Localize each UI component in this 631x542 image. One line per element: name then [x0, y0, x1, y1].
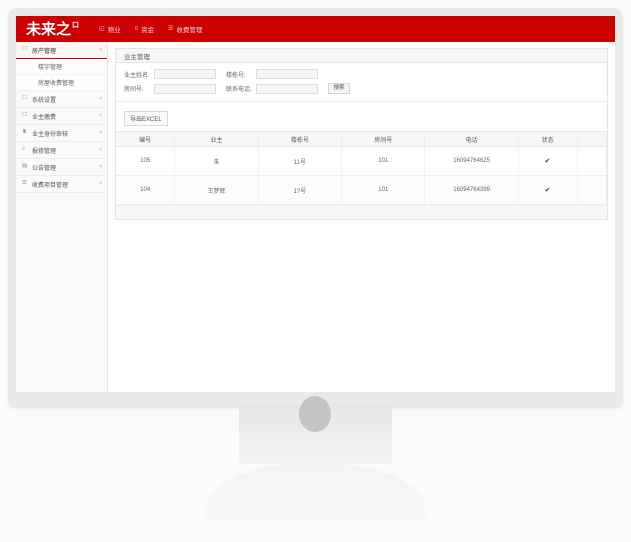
- top-nav-label-fee-management: 收费管理: [176, 24, 202, 34]
- cell-action[interactable]: [577, 176, 606, 205]
- col-status[interactable]: 状态: [518, 132, 577, 147]
- field-building-no: 楼栋号:: [226, 69, 318, 79]
- sidebar-item-property-management[interactable]: ☐ 房产管理 ˄: [16, 42, 107, 59]
- check-icon: ✔: [545, 187, 551, 194]
- top-nav-label-funds: 资金: [141, 24, 154, 34]
- col-phone[interactable]: 电话: [425, 132, 518, 147]
- room-no-input[interactable]: [154, 84, 216, 94]
- app-header: 未来之 口 ◱ 物业 ¤ 资金 ☰ 收费管理: [16, 16, 615, 42]
- chevron-up-icon: ˄: [99, 114, 102, 119]
- table-header-row: 编号 业主 楼栋号 房间号 电话 状态: [116, 132, 607, 147]
- owner-name-input[interactable]: [154, 69, 216, 79]
- monitor-logo: [299, 396, 331, 432]
- top-nav-label-property: 物业: [108, 24, 121, 34]
- sidebar-subitem-building-management[interactable]: 楼宇管理: [16, 59, 107, 75]
- cell-status: ✔: [518, 176, 577, 205]
- col-action: [577, 132, 606, 147]
- chevron-up-icon: ˄: [99, 97, 102, 102]
- cell-owner: 王梦辉: [175, 176, 258, 205]
- folder-icon: ◱: [99, 26, 105, 32]
- owner-table: 编号 业主 楼栋号 房间号 电话 状态 105 朱: [116, 131, 607, 205]
- page-title: 业主管理: [116, 49, 607, 63]
- settings-icon: ☐: [22, 96, 29, 102]
- list-icon: ☰: [168, 26, 173, 32]
- search-button[interactable]: 搜索: [328, 83, 350, 94]
- top-navigation: ◱ 物业 ¤ 资金 ☰ 收费管理: [99, 24, 202, 34]
- brand-logo-text: 未来之: [26, 22, 71, 37]
- monitor-base: [205, 462, 426, 532]
- col-id[interactable]: 编号: [116, 132, 175, 147]
- sidebar-item-notice-management[interactable]: ▤ 公告管理 ˄: [16, 159, 107, 176]
- table-toolbar: 导出EXCEL: [116, 102, 607, 131]
- search-form-row-1: 业主姓名: 楼栋号:: [124, 69, 599, 79]
- notice-icon: ▤: [22, 164, 29, 170]
- sidebar-item-owner-verification[interactable]: ♜ 业主身份审核 ˄: [16, 125, 107, 142]
- label-building-no: 楼栋号:: [226, 70, 256, 79]
- field-owner-name: 业主姓名:: [124, 69, 216, 79]
- sidebar-group-property: ☐ 房产管理 ˄ 楼宇管理 房屋收费管理: [16, 42, 107, 91]
- sidebar-label-system-settings: 系统设置: [32, 95, 99, 104]
- chevron-up-icon: ˄: [99, 48, 102, 53]
- sidebar-label-property-management: 房产管理: [32, 46, 99, 55]
- chevron-up-icon: ˄: [99, 165, 102, 170]
- table-row[interactable]: 104 王梦辉 1?号 101 16094764399 ✔: [116, 176, 607, 205]
- owner-management-panel: 业主管理 业主姓名: 楼栋号: 房间号:: [115, 48, 608, 220]
- cell-status: ✔: [518, 147, 577, 176]
- col-room[interactable]: 房间号: [342, 132, 425, 147]
- phone-input[interactable]: [256, 84, 318, 94]
- search-form: 业主姓名: 楼栋号: 房间号:: [116, 63, 607, 102]
- building-no-input[interactable]: [256, 69, 318, 79]
- sidebar-label-owner-verification: 业主身份审核: [32, 129, 99, 138]
- col-owner[interactable]: 业主: [175, 132, 258, 147]
- sidebar: ☐ 房产管理 ˄ 楼宇管理 房屋收费管理 ☐ 系统设置 ˄ ☐ 业主缴费 ˄ ♜…: [16, 42, 108, 392]
- field-room-no: 房间号:: [124, 84, 216, 94]
- chevron-up-icon: ˄: [99, 182, 102, 187]
- top-nav-item-fee-management[interactable]: ☰ 收费管理: [168, 24, 202, 34]
- sidebar-label-owner-payment: 业主缴费: [32, 112, 99, 121]
- monitor-screen: 未来之 口 ◱ 物业 ¤ 资金 ☰ 收费管理: [16, 16, 615, 392]
- money-icon: ¤: [135, 26, 138, 32]
- cell-room: 101: [342, 176, 425, 205]
- col-building[interactable]: 楼栋号: [258, 132, 341, 147]
- cell-owner: 朱: [175, 147, 258, 176]
- table-row[interactable]: 105 朱 11号 101 16094764625 ✔: [116, 147, 607, 176]
- verify-icon: ♜: [22, 130, 29, 136]
- house-icon: ☐: [22, 47, 29, 53]
- chevron-up-icon: ˄: [99, 148, 102, 153]
- sidebar-item-repair-management[interactable]: ⑂ 报修管理 ˄: [16, 142, 107, 159]
- top-nav-item-property[interactable]: ◱ 物业: [99, 24, 121, 34]
- field-phone: 联系电话:: [226, 84, 318, 94]
- label-owner-name: 业主姓名:: [124, 70, 154, 79]
- cell-phone: 16094764625: [425, 147, 518, 176]
- owner-icon: ☐: [22, 113, 29, 119]
- table-footer: [116, 205, 607, 219]
- cell-id: 105: [116, 147, 175, 176]
- cell-id: 104: [116, 176, 175, 205]
- sidebar-label-notice-management: 公告管理: [32, 163, 99, 172]
- brand-logo[interactable]: 未来之 口: [26, 22, 79, 37]
- cell-building: 1?号: [258, 176, 341, 205]
- monitor-mockup: 未来之 口 ◱ 物业 ¤ 资金 ☰ 收费管理: [8, 8, 623, 408]
- chevron-up-icon: ˄: [99, 131, 102, 136]
- sidebar-item-owner-payment[interactable]: ☐ 业主缴费 ˄: [16, 108, 107, 125]
- cell-room: 101: [342, 147, 425, 176]
- sidebar-item-system-settings[interactable]: ☐ 系统设置 ˄: [16, 91, 107, 108]
- fee-item-icon: ☰: [22, 181, 29, 187]
- repair-icon: ⑂: [22, 147, 29, 153]
- check-icon: ✔: [545, 158, 551, 165]
- cell-phone: 16094764399: [425, 176, 518, 205]
- brand-logo-superscript: 口: [72, 22, 79, 29]
- sidebar-item-fee-item-management[interactable]: ☰ 收费项目管理 ˄: [16, 176, 107, 193]
- label-room-no: 房间号:: [124, 84, 154, 93]
- search-form-row-2: 房间号: 联系电话: 搜索: [124, 83, 599, 94]
- sidebar-label-fee-item-management: 收费项目管理: [32, 180, 99, 189]
- label-phone: 联系电话:: [226, 84, 256, 93]
- cell-building: 11号: [258, 147, 341, 176]
- main-content: 业主管理 业主姓名: 楼栋号: 房间号:: [108, 42, 615, 392]
- export-excel-button[interactable]: 导出EXCEL: [124, 111, 168, 126]
- sidebar-subitem-house-fee-management[interactable]: 房屋收费管理: [16, 75, 107, 91]
- cell-action[interactable]: [577, 147, 606, 176]
- top-nav-item-funds[interactable]: ¤ 资金: [135, 24, 154, 34]
- sidebar-label-repair-management: 报修管理: [32, 146, 99, 155]
